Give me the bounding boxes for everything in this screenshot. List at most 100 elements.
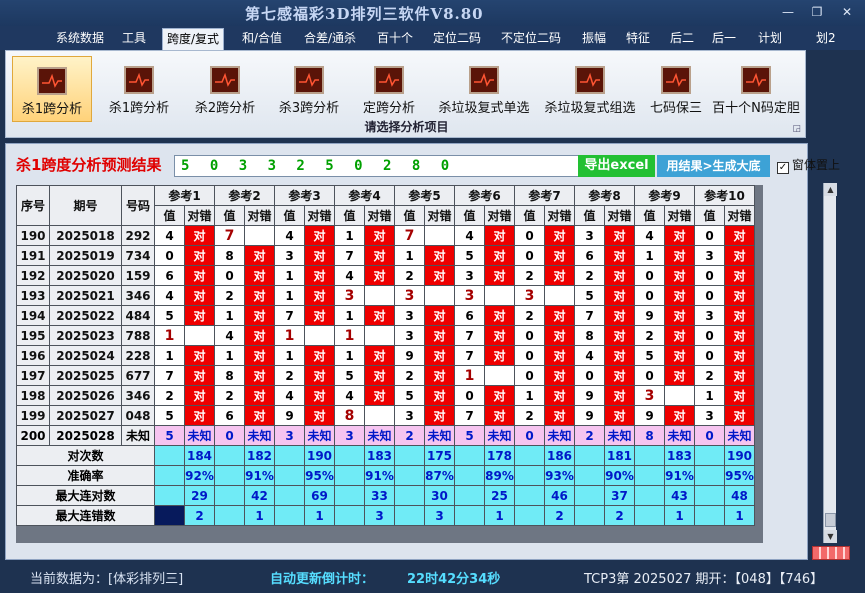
ref-value: 2 [394, 365, 425, 386]
ref-value: 1 [214, 305, 245, 326]
stat-row: 最大连对数 29 42 69 33 30 25 46 37 43 48 [16, 485, 755, 506]
stat-value: 93% [544, 465, 575, 486]
ref-value: 2 [694, 365, 725, 386]
menu-item-1[interactable]: 工具 [118, 28, 150, 50]
ref-judge: 对 [184, 365, 215, 386]
ref-value: 2 [214, 285, 245, 306]
ref-judge: 对 [544, 265, 575, 286]
row-period: 2025025 [49, 365, 122, 386]
stat-value: 95% [724, 465, 755, 486]
stat-value: 48 [724, 485, 755, 506]
ref-value: 2 [214, 385, 245, 406]
menu-item-11[interactable]: 后一 [708, 28, 740, 50]
row-seq: 199 [16, 405, 50, 426]
stat-blank [334, 485, 365, 506]
menu-item-13[interactable]: 划2 [812, 28, 840, 50]
vertical-scrollbar[interactable]: ▲ ▼ [823, 183, 837, 543]
stat-blank [694, 445, 725, 466]
forecast-value: 3 [274, 425, 305, 446]
row-period: 2025019 [49, 245, 122, 266]
ref-judge: 对 [544, 225, 575, 246]
ref-value: 3 [574, 225, 605, 246]
ribbon-button-8[interactable]: 百十个N码定胆 [708, 56, 804, 122]
ref-value: 3 [274, 245, 305, 266]
ref-value: 1 [634, 245, 665, 266]
ref-value: 0 [514, 245, 545, 266]
ribbon-button-2[interactable]: 杀2跨分析 [185, 56, 265, 122]
ref-judge: 对 [484, 225, 515, 246]
ribbon-button-label: 杀垃圾复式单选 [438, 101, 530, 116]
ribbon-button-label: 杀3跨分析 [278, 101, 340, 116]
stat-blank [634, 505, 665, 526]
menu-item-4[interactable]: 合差/通杀 [300, 28, 360, 50]
menu-item-9[interactable]: 特征 [622, 28, 654, 50]
stat-value: 175 [424, 445, 455, 466]
ref-judge: 对 [484, 385, 515, 406]
stat-value: 186 [544, 445, 575, 466]
ribbon-button-7[interactable]: 七码保三 [646, 56, 706, 122]
menu-item-5[interactable]: 百十个 [373, 28, 417, 50]
header-judge: 对错 [484, 205, 515, 226]
header-judge: 对错 [724, 205, 755, 226]
row-period: 2025021 [49, 285, 122, 306]
check-icon[interactable]: ✓ [777, 162, 789, 174]
menu-item-8[interactable]: 振幅 [578, 28, 610, 50]
row-code: 484 [121, 305, 155, 326]
ribbon-button-6[interactable]: 杀垃圾复式组选 [538, 56, 642, 122]
row-code: 048 [121, 405, 155, 426]
menu-item-6[interactable]: 定位二码 [429, 28, 485, 50]
ribbon-button-5[interactable]: 杀垃圾复式单选 [432, 56, 536, 122]
header-seq: 序号 [16, 185, 50, 226]
ribbon-button-3[interactable]: 杀3跨分析 [269, 56, 349, 122]
menu-item-2[interactable]: 跨度/复式 [162, 28, 225, 50]
ref-judge: 对 [244, 385, 275, 406]
ref-value: 3 [694, 305, 725, 326]
table-row: 199 2025027 048 5 对 6 对 9 对 8 3 对 7 对 2 对 9 对 9 对 3 对 [16, 405, 755, 426]
ref-judge: 对 [724, 225, 755, 246]
ref-value: 0 [634, 285, 665, 306]
stat-blank [634, 465, 665, 486]
menu-item-12[interactable]: 计划 [754, 28, 786, 50]
ref-value: 0 [694, 265, 725, 286]
menu-item-3[interactable]: 和/合值 [238, 28, 286, 50]
ribbon-button-4[interactable]: 定跨分析 [356, 56, 422, 122]
generate-base-button[interactable]: 用结果>生成大底 [657, 155, 770, 177]
scroll-up-icon[interactable]: ▲ [824, 183, 837, 196]
menu-item-10[interactable]: 后二 [666, 28, 698, 50]
ref-value: 2 [514, 405, 545, 426]
ribbon-button-label: 百十个N码定胆 [712, 101, 800, 116]
export-excel-button[interactable]: 导出excel [578, 155, 655, 177]
ref-judge [484, 365, 515, 386]
ribbon-button-0[interactable]: 杀1跨分析 [12, 56, 92, 122]
forecast-judge: 未知 [244, 425, 275, 446]
forecast-judge: 未知 [184, 425, 215, 446]
ref-value: 2 [634, 325, 665, 346]
stat-blank [274, 445, 305, 466]
stat-value: 92% [184, 465, 215, 486]
chart-icon [661, 66, 691, 94]
menu-item-7[interactable]: 不定位二码 [497, 28, 565, 50]
ribbon-launcher-icon[interactable]: ◲ [792, 124, 801, 134]
ribbon-button-1[interactable]: 杀1跨分析 [100, 56, 178, 122]
menu-item-0[interactable]: 系统数据 [52, 28, 108, 50]
scroll-thumb[interactable] [825, 513, 836, 527]
restore-button[interactable]: ❐ [805, 3, 829, 21]
menu-bar: 系统数据 工具 跨度/复式 和/合值 合差/通杀 百十个 定位二码 不定位二码 振幅 特征 后二 后一… [0, 26, 865, 50]
stat-blank [574, 465, 605, 486]
header-ref-3: 参考3 [274, 185, 335, 206]
close-button[interactable]: ✕ [835, 3, 859, 21]
ref-judge: 对 [544, 405, 575, 426]
stat-value: 90% [604, 465, 635, 486]
ref-judge: 对 [604, 245, 635, 266]
ref-judge: 对 [484, 405, 515, 426]
ref-value: 0 [634, 265, 665, 286]
scroll-down-icon[interactable]: ▼ [824, 530, 837, 543]
ref-value: 2 [514, 265, 545, 286]
result-field[interactable]: 5 0 3 3 2 5 0 2 8 0 [174, 155, 579, 177]
ref-value: 1 [334, 305, 365, 326]
topmost-checkbox[interactable]: ✓ 窗体置上 [777, 156, 840, 174]
ref-value: 3 [454, 285, 485, 306]
ref-value: 0 [214, 265, 245, 286]
minimize-button[interactable]: — [776, 3, 800, 21]
header-ref-4: 参考4 [334, 185, 395, 206]
